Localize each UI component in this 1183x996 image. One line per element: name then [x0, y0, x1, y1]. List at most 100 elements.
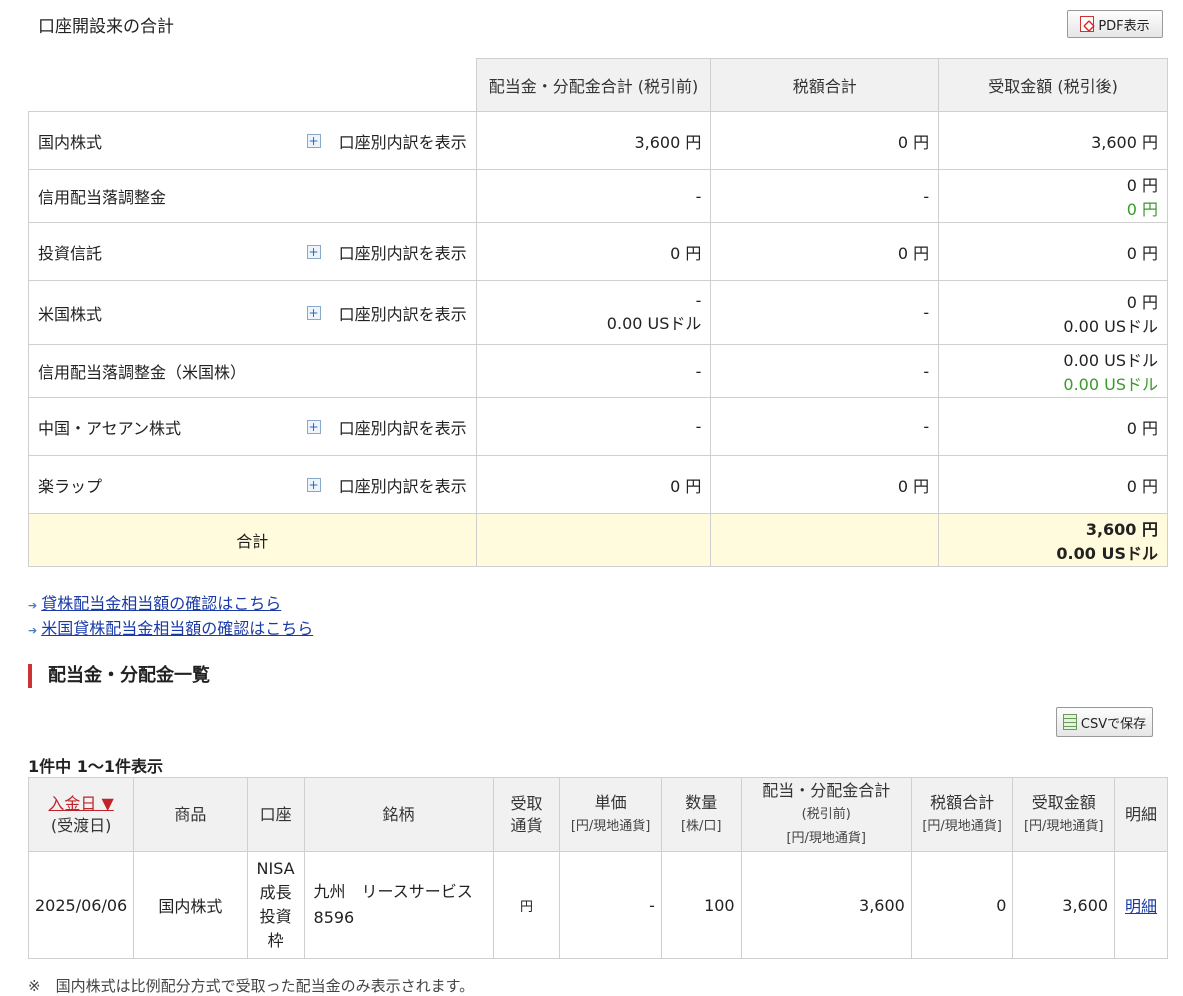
us-lending-dividend-link-row: ➔ 米国貸株配当金相当額の確認はこちら: [28, 615, 313, 639]
summary-row-pre-tax-value: -: [695, 186, 702, 206]
summary-row-label-cell: 楽ラップ + 口座別内訳を表示: [28, 455, 477, 514]
expand-plus-icon[interactable]: +: [306, 419, 321, 434]
col-header-unit-price-sub: [円/現地通貨]: [570, 818, 651, 834]
col-header-received: 受取金額 (税引後): [938, 58, 1168, 112]
col-header-date-sub: (受渡日): [50, 815, 112, 835]
summary-row-tax-value: -: [923, 361, 930, 381]
summary-header-blank: [28, 58, 477, 112]
row-account-line: 成長: [259, 883, 292, 902]
show-account-breakdown-toggle[interactable]: + 口座別内訳を表示: [306, 473, 467, 497]
summary-row-received-value: 0 円: [1126, 243, 1158, 263]
summary-row: 中国・アセアン株式 + 口座別内訳を表示 - - 0 円: [28, 397, 1168, 456]
col-header-received-label: 受取金額: [1031, 792, 1096, 812]
show-account-breakdown-label: 口座別内訳を表示: [338, 418, 467, 438]
summary-row-tax-value: -: [923, 417, 930, 436]
show-account-breakdown-toggle[interactable]: + 口座別内訳を表示: [306, 415, 467, 439]
row-date: 2025/06/06: [27, 851, 135, 959]
col-header-pre-tax-label: 配当・分配金合計: [762, 780, 891, 800]
row-received: 3,600: [1012, 851, 1116, 959]
summary-row-pre-tax: 0 円: [475, 222, 712, 281]
col-header-tax-label: 税額合計: [930, 792, 995, 812]
col-header-pre-tax-sub1: (税引前): [801, 806, 851, 822]
total-pre-tax: [475, 513, 712, 567]
total-received-jpy: 3,600 円: [1085, 520, 1158, 539]
summary-row-tax: 0 円: [710, 455, 940, 514]
summary-row-label-cell: 米国株式 + 口座別内訳を表示: [28, 280, 477, 345]
row-issue-name: 九州 リースサービス: [313, 882, 473, 901]
summary-row-label-cell: 信用配当落調整金（米国株）: [28, 344, 477, 398]
row-unit-price: -: [559, 851, 662, 959]
show-account-breakdown-label: 口座別内訳を表示: [338, 476, 467, 496]
summary-row-received: 0 円 0.00 USドル: [938, 280, 1168, 345]
summary-row-tax: -: [710, 169, 940, 223]
col-header-unit-price-label: 単価: [594, 792, 627, 812]
summary-row-label: 信用配当落調整金: [38, 188, 167, 207]
summary-row-received-value: 0 円: [1126, 292, 1158, 312]
detail-link[interactable]: 明細: [1125, 897, 1157, 916]
summary-row-received-value: 0 円: [1126, 476, 1158, 496]
summary-row-label: 米国株式: [38, 304, 103, 324]
expand-plus-icon[interactable]: +: [306, 133, 321, 148]
total-label: 合計: [28, 513, 477, 567]
summary-row-pre-tax-value: -: [695, 361, 702, 381]
show-account-breakdown-label: 口座別内訳を表示: [338, 132, 467, 152]
summary-row-label-cell: 中国・アセアン株式 + 口座別内訳を表示: [28, 397, 477, 456]
row-currency: 円: [492, 851, 561, 959]
summary-row-label: 楽ラップ: [38, 476, 103, 496]
col-header-tax-total: 税額合計 [円/現地通貨]: [910, 777, 1014, 852]
summary-row-pre-tax: 3,600 円: [475, 111, 712, 170]
summary-row-received: 0 円0 円: [938, 169, 1168, 223]
summary-row-pre-tax-value: 0 円: [670, 476, 702, 496]
row-tax: 0: [910, 851, 1014, 959]
summary-row-label-cell: 投資信託 + 口座別内訳を表示: [28, 222, 477, 281]
summary-row-received-adjustment: 0 円: [1126, 200, 1158, 219]
col-header-detail: 明細: [1114, 777, 1168, 852]
summary-row-received-value: 0.00 USドル: [1063, 316, 1158, 336]
pdf-button-label: PDF表示: [1098, 18, 1150, 34]
summary-row-pre-tax-value: -: [695, 417, 702, 436]
total-received-usd: 0.00 USドル: [1056, 544, 1158, 563]
summary-row-tax: -: [710, 397, 940, 456]
pdf-button[interactable]: PDF表示: [1067, 10, 1163, 38]
dividend-list-heading: 配当金・分配金一覧: [28, 664, 210, 688]
csv-button-label: CSVで保存: [1080, 716, 1147, 732]
us-lending-dividend-link[interactable]: 米国貸株配当金相当額の確認はこちら: [41, 619, 313, 638]
result-count: 1件中 1〜1件表示: [28, 757, 163, 776]
total-tax: [710, 513, 940, 567]
summary-row-received-adjustment: 0.00 USドル: [1063, 375, 1158, 394]
summary-row: 米国株式 + 口座別内訳を表示 - 0.00 USドル - 0 円 0.00 USドル: [28, 280, 1168, 345]
row-account-line: 枠: [267, 931, 284, 950]
summary-row-tax-value: 0 円: [897, 243, 930, 263]
row-product: 国内株式: [133, 851, 248, 959]
col-header-pre-tax: 配当金・分配金合計 (税引前): [475, 58, 712, 112]
summary-row-received: 3,600 円: [938, 111, 1168, 170]
row-quantity: 100: [660, 851, 742, 959]
summary-row-tax: 0 円: [710, 111, 940, 170]
spreadsheet-icon: [1062, 714, 1077, 730]
expand-plus-icon[interactable]: +: [306, 305, 321, 320]
show-account-breakdown-toggle[interactable]: + 口座別内訳を表示: [306, 129, 467, 153]
summary-row-pre-tax-value: 0 円: [670, 243, 702, 263]
row-account: NISA 成長 投資 枠: [246, 851, 305, 959]
sort-by-date-link[interactable]: 入金日 ▼: [48, 794, 113, 813]
col-header-tax: 税額合計: [710, 58, 940, 112]
summary-row-pre-tax: - 0.00 USドル: [475, 280, 712, 345]
col-header-product: 商品: [133, 777, 248, 852]
col-header-pre-tax-sub2: [円/現地通貨]: [786, 830, 866, 846]
show-account-breakdown-toggle[interactable]: + 口座別内訳を表示: [306, 240, 467, 264]
expand-plus-icon[interactable]: +: [306, 244, 321, 259]
col-header-date: 入金日 ▼ (受渡日): [27, 777, 135, 852]
row-account-line: 投資: [259, 907, 292, 926]
expand-plus-icon[interactable]: +: [306, 477, 321, 492]
show-account-breakdown-toggle[interactable]: + 口座別内訳を表示: [306, 301, 467, 325]
lending-dividend-link[interactable]: 貸株配当金相当額の確認はこちら: [41, 594, 281, 613]
show-account-breakdown-label: 口座別内訳を表示: [338, 304, 467, 324]
summary-row-label-cell: 信用配当落調整金: [28, 169, 477, 223]
list-header-row: 入金日 ▼ (受渡日) 商品 口座 銘柄 受取 通貨 単価 [円/現地通貨] 数…: [27, 777, 1168, 852]
row-issue-code: 8596: [313, 908, 355, 927]
summary-row-pre-tax: -: [475, 344, 712, 398]
csv-save-button[interactable]: CSVで保存: [1056, 707, 1153, 737]
summary-row-received: 0.00 USドル 0.00 USドル: [938, 344, 1168, 398]
summary-table: 配当金・分配金合計 (税引前) 税額合計 受取金額 (税引後) 国内株式 + 口座別…: [28, 58, 1168, 567]
summary-row: 信用配当落調整金 - -0 円0 円: [28, 169, 1168, 223]
